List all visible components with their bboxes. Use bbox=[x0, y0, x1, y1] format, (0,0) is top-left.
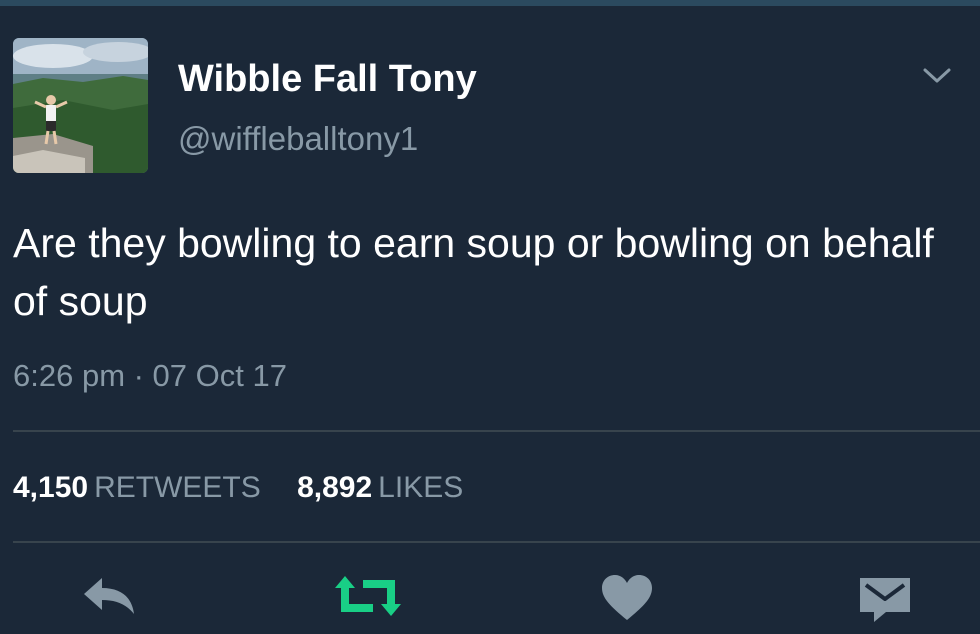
tweet-detail: Wibble Fall Tony @wiffleballtony1 Are th… bbox=[0, 6, 980, 634]
tweet-timestamp[interactable]: 6:26 pm · 07 Oct 17 bbox=[13, 358, 287, 394]
user-handle[interactable]: @wiffleballtony1 bbox=[178, 120, 418, 158]
retweets-label: RETWEETS bbox=[94, 471, 261, 504]
retweet-icon[interactable] bbox=[333, 574, 403, 618]
avatar-photo bbox=[13, 38, 148, 173]
divider bbox=[13, 541, 980, 543]
tweet-stats: 4,150 RETWEETS 8,892 LIKES bbox=[13, 471, 463, 505]
envelope-icon[interactable] bbox=[858, 574, 912, 624]
heart-icon[interactable] bbox=[600, 574, 654, 622]
likes-count: 8,892 bbox=[297, 471, 373, 504]
retweets-count: 4,150 bbox=[13, 471, 89, 504]
divider bbox=[13, 430, 980, 432]
likes-stat[interactable]: 8,892 LIKES bbox=[297, 471, 463, 504]
reply-icon[interactable] bbox=[80, 574, 140, 618]
likes-label: LIKES bbox=[378, 471, 464, 504]
tweet-text: Are they bowling to earn soup or bowling… bbox=[13, 220, 934, 324]
retweets-stat[interactable]: 4,150 RETWEETS bbox=[13, 471, 269, 504]
avatar[interactable] bbox=[13, 38, 148, 173]
display-name[interactable]: Wibble Fall Tony bbox=[178, 58, 477, 101]
chevron-down-icon[interactable] bbox=[920, 64, 954, 88]
